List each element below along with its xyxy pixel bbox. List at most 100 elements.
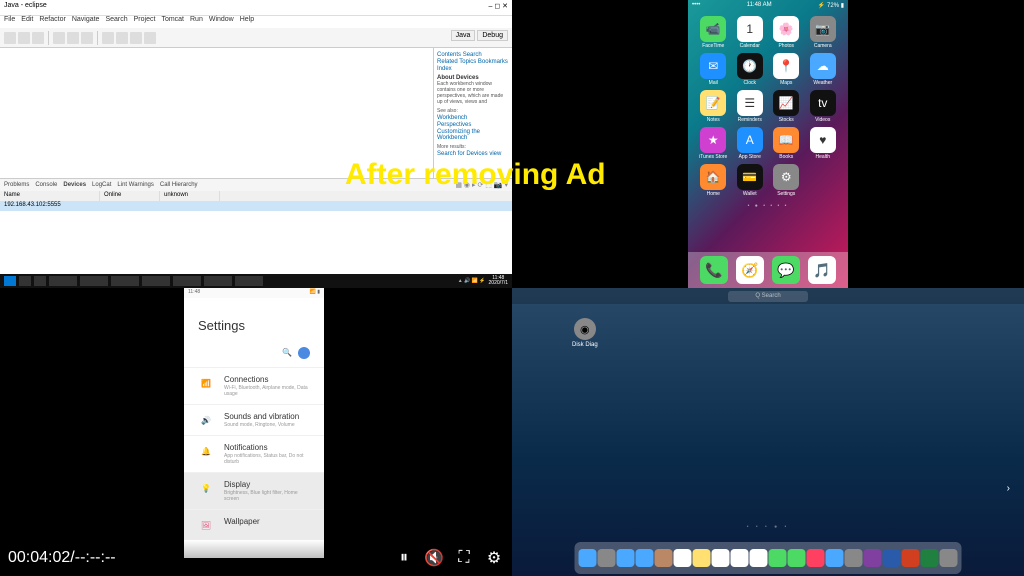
mute-icon[interactable]: 🔇 — [424, 548, 444, 568]
ios-app-settings[interactable]: ⚙Settings — [769, 164, 804, 197]
dock-app-calendar[interactable] — [674, 549, 692, 567]
dock-app-onenote[interactable] — [864, 549, 882, 567]
dock-app-phone[interactable]: 📞 — [700, 256, 728, 284]
ios-app-weather[interactable]: ☁Weather — [806, 53, 841, 86]
ios-app-mail[interactable]: ✉Mail — [696, 53, 731, 86]
toolbar-icon[interactable] — [130, 32, 142, 44]
help-link[interactable]: Search for Devices view — [437, 151, 509, 157]
taskbar-app[interactable] — [49, 276, 77, 286]
dock-app-maps[interactable] — [731, 549, 749, 567]
ios-app-app-store[interactable]: AApp Store — [733, 127, 768, 160]
taskbar-app[interactable] — [80, 276, 108, 286]
settings-item-connections[interactable]: 📶ConnectionsWi-Fi, Bluetooth, Airplane m… — [184, 367, 324, 404]
dock-app-notes[interactable] — [693, 549, 711, 567]
menu-edit[interactable]: Edit — [21, 16, 33, 28]
help-link[interactable]: Related Topics Bookmarks — [437, 59, 509, 65]
toolbar-icon[interactable] — [116, 32, 128, 44]
help-link[interactable]: Perspectives — [437, 122, 509, 128]
ios-app-health[interactable]: ♥Health — [806, 127, 841, 160]
taskbar-app[interactable] — [111, 276, 139, 286]
dock-app-word[interactable] — [883, 549, 901, 567]
desktop-page-dots[interactable]: • • • ● • — [747, 524, 790, 530]
th-status[interactable]: Online — [100, 191, 160, 201]
ios-app-notes[interactable]: 📝Notes — [696, 90, 731, 123]
dock-app-finder[interactable] — [579, 549, 597, 567]
ios-app-home[interactable]: 🏠Home — [696, 164, 731, 197]
taskbar-search[interactable] — [19, 276, 31, 286]
ios-app-books[interactable]: 📖Books — [769, 127, 804, 160]
settings-gear-icon[interactable]: ⚙ — [484, 548, 504, 568]
taskbar-clock[interactable]: 11:48 2020/7/1 — [489, 276, 508, 286]
toolbar-icon[interactable] — [102, 32, 114, 44]
help-link[interactable]: Index — [437, 66, 509, 72]
help-link[interactable]: Contents Search — [437, 52, 509, 58]
perspective-debug[interactable]: Debug — [477, 30, 508, 41]
toolbar-icon[interactable] — [144, 32, 156, 44]
settings-item-sounds-and-vibration[interactable]: 🔊Sounds and vibrationSound mode, Rington… — [184, 404, 324, 435]
menu-tomcat[interactable]: Tomcat — [161, 16, 184, 28]
tab-logcat[interactable]: LogCat — [92, 182, 111, 188]
dock-app-contacts[interactable] — [655, 549, 673, 567]
menu-search[interactable]: Search — [105, 16, 127, 28]
pause-icon[interactable]: ⏸ — [394, 548, 414, 568]
ios-app-camera[interactable]: 📷Camera — [806, 16, 841, 49]
menu-window[interactable]: Window — [209, 16, 234, 28]
settings-item-notifications[interactable]: 🔔NotificationsApp notifications, Status … — [184, 435, 324, 472]
toolbar-icon[interactable] — [67, 32, 79, 44]
systray[interactable]: ▲ 🔊 📶 ⚡ — [458, 278, 486, 284]
dock-app-appstore[interactable] — [826, 549, 844, 567]
dock-app-messages[interactable]: 💬 — [772, 256, 800, 284]
settings-item-wallpaper[interactable]: 🖼Wallpaper — [184, 509, 324, 540]
dock-app-powerpoint[interactable] — [902, 549, 920, 567]
dock-app-facetime[interactable] — [788, 549, 806, 567]
help-link[interactable]: Workbench — [437, 115, 509, 121]
menu-help[interactable]: Help — [240, 16, 254, 28]
tab-lint[interactable]: Lint Warnings — [117, 182, 153, 188]
dock-app-mail[interactable] — [636, 549, 654, 567]
ios-app-maps[interactable]: 📍Maps — [769, 53, 804, 86]
perspective-java[interactable]: Java — [451, 30, 476, 41]
toolbar-icon[interactable] — [32, 32, 44, 44]
windows-taskbar[interactable]: ▲ 🔊 📶 ⚡ 11:48 2020/7/1 — [0, 274, 512, 288]
menu-file[interactable]: File — [4, 16, 15, 28]
th-name[interactable]: Name — [0, 191, 100, 201]
spotlight-search[interactable]: Q Search — [728, 291, 808, 302]
fullscreen-icon[interactable]: ⛶ — [454, 548, 474, 568]
toolbar-icon[interactable] — [4, 32, 16, 44]
ios-app-photos[interactable]: 🌸Photos — [769, 16, 804, 49]
dock-app-trash[interactable] — [940, 549, 958, 567]
tab-callhierarchy[interactable]: Call Hierarchy — [160, 182, 198, 188]
dock-app-preferences[interactable] — [845, 549, 863, 567]
desktop-icon-diskdiag[interactable]: ◉ Disk Diag — [572, 318, 598, 348]
taskbar-app[interactable] — [204, 276, 232, 286]
ios-app-clock[interactable]: 🕐Clock — [733, 53, 768, 86]
dock-app-itunes[interactable] — [807, 549, 825, 567]
ios-app-reminders[interactable]: ☰Reminders — [733, 90, 768, 123]
ios-app-itunes-store[interactable]: ★iTunes Store — [696, 127, 731, 160]
ios-app-facetime[interactable]: 📹FaceTime — [696, 16, 731, 49]
dock-app-safari[interactable] — [617, 549, 635, 567]
table-row[interactable]: 192.168.43.102:5555 — [0, 201, 512, 211]
start-button[interactable] — [4, 276, 16, 286]
tab-devices[interactable]: Devices — [63, 182, 86, 188]
dock-app-reminders[interactable] — [712, 549, 730, 567]
menu-project[interactable]: Project — [134, 16, 156, 28]
help-link[interactable]: Customizing the Workbench — [437, 129, 509, 141]
dock-app-messages[interactable] — [769, 549, 787, 567]
window-controls[interactable]: – ◻ ✕ — [489, 2, 508, 13]
taskbar-app[interactable] — [173, 276, 201, 286]
tab-console[interactable]: Console — [35, 182, 57, 188]
settings-item-display[interactable]: 💡DisplayBrightness, Blue light filter, H… — [184, 472, 324, 509]
dock-app-music[interactable]: 🎵 — [808, 256, 836, 284]
dock-app-safari[interactable]: 🧭 — [736, 256, 764, 284]
ios-app-calendar[interactable]: 1Calendar — [733, 16, 768, 49]
toolbar-icon[interactable] — [53, 32, 65, 44]
taskbar-app[interactable] — [34, 276, 46, 286]
dock-app-launchpad[interactable] — [598, 549, 616, 567]
ios-app-wallet[interactable]: 💳Wallet — [733, 164, 768, 197]
ios-app-stocks[interactable]: 📈Stocks — [769, 90, 804, 123]
toolbar-icon[interactable] — [18, 32, 30, 44]
dock-app-excel[interactable] — [921, 549, 939, 567]
avatar-icon[interactable] — [298, 347, 310, 359]
menu-refactor[interactable]: Refactor — [39, 16, 65, 28]
